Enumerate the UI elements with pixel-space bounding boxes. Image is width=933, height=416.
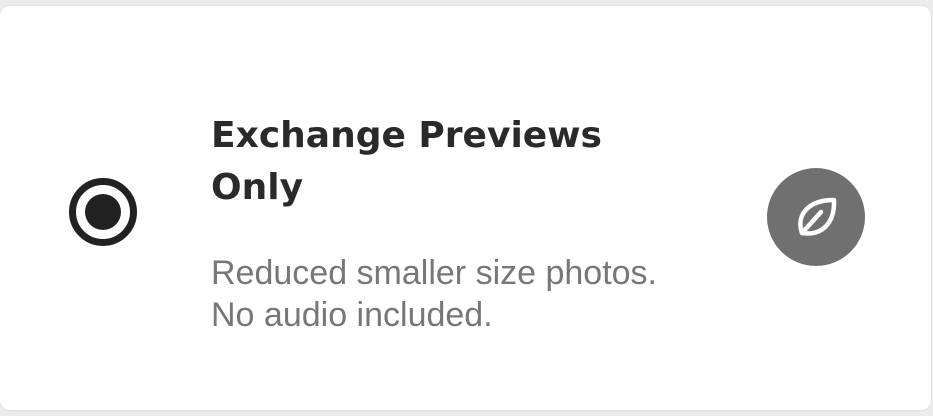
option-text: Exchange Previews Only Reduced smaller s…: [211, 110, 711, 336]
radio-selected-icon[interactable]: [69, 178, 137, 246]
option-title: Exchange Previews Only: [211, 115, 602, 208]
leaf-icon: [798, 197, 837, 236]
eco-badge: [767, 168, 865, 266]
option-description: Reduced smaller size photos. No audio in…: [211, 254, 658, 334]
radio-selected-dot: [85, 194, 121, 230]
exchange-previews-option-card[interactable]: Exchange Previews Only Reduced smaller s…: [0, 6, 931, 410]
